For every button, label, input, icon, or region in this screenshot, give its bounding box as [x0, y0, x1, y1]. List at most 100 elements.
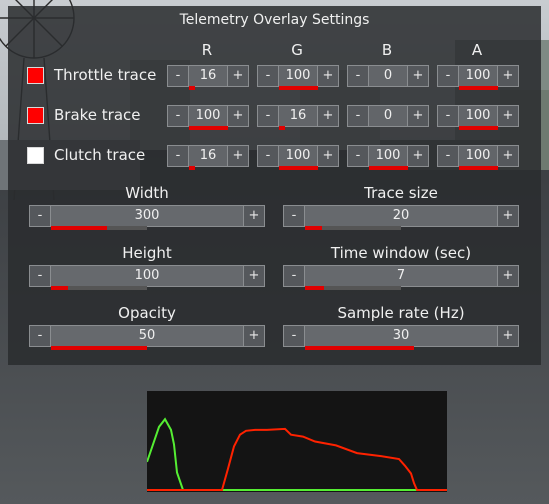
increment-button[interactable]: +	[317, 66, 338, 86]
panel-title: Telemetry Overlay Settings	[179, 12, 370, 28]
decrement-button[interactable]: -	[258, 146, 279, 166]
clutch-g-stepper[interactable]: -100 +	[257, 145, 339, 170]
decrement-button[interactable]: -	[438, 146, 459, 166]
slider-fill-bar	[51, 226, 107, 230]
column-header-r: R	[201, 41, 213, 59]
telemetry-settings-panel: Telemetry Overlay Settings R G B A Throt…	[8, 6, 541, 365]
decrement-button[interactable]: -	[284, 326, 305, 346]
slider-value[interactable]: 7	[305, 266, 497, 286]
stepper-value[interactable]: 100	[279, 66, 317, 86]
increment-button[interactable]: +	[497, 146, 518, 166]
value-level-bar	[459, 166, 498, 170]
opacity-label: Opacity	[118, 304, 176, 322]
throttle-r-stepper[interactable]: -16 +	[167, 65, 249, 90]
value-level-bar	[279, 86, 318, 90]
increment-button[interactable]: +	[317, 106, 338, 126]
decrement-button[interactable]: -	[30, 326, 51, 346]
increment-button[interactable]: +	[243, 266, 264, 286]
brake-color-swatch[interactable]	[27, 107, 44, 124]
throttle-color-swatch[interactable]	[27, 67, 44, 84]
trace-size-slider[interactable]: -20 +	[283, 205, 519, 230]
slider-value[interactable]: 30	[305, 326, 497, 346]
stepper-value[interactable]: 100	[189, 106, 227, 126]
slider-value[interactable]: 100	[51, 266, 243, 286]
increment-button[interactable]: +	[497, 326, 518, 346]
column-header-a: A	[471, 41, 483, 59]
stepper-value[interactable]: 100	[369, 146, 407, 166]
throttle-trace-label: Throttle trace	[54, 66, 157, 84]
opacity-slider[interactable]: -50 +	[29, 325, 265, 350]
decrement-button[interactable]: -	[30, 266, 51, 286]
stepper-value[interactable]: 100	[459, 66, 497, 86]
increment-button[interactable]: +	[497, 66, 518, 86]
increment-button[interactable]: +	[227, 106, 248, 126]
brake-trace-line	[147, 427, 447, 491]
increment-button[interactable]: +	[227, 146, 248, 166]
increment-button[interactable]: +	[243, 206, 264, 226]
decrement-button[interactable]: -	[168, 66, 189, 86]
time-window-label: Time window (sec)	[330, 244, 472, 262]
telemetry-graph	[147, 391, 447, 492]
clutch-b-stepper[interactable]: -100 +	[347, 145, 429, 170]
increment-button[interactable]: +	[497, 266, 518, 286]
decrement-button[interactable]: -	[30, 206, 51, 226]
clutch-a-stepper[interactable]: -100 +	[437, 145, 519, 170]
increment-button[interactable]: +	[227, 66, 248, 86]
slider-value[interactable]: 50	[51, 326, 243, 346]
increment-button[interactable]: +	[407, 66, 428, 86]
value-level-bar	[369, 166, 408, 170]
brake-g-stepper[interactable]: -16 +	[257, 105, 339, 130]
brake-a-stepper[interactable]: -100 +	[437, 105, 519, 130]
increment-button[interactable]: +	[407, 106, 428, 126]
stepper-value[interactable]: 16	[279, 106, 317, 126]
stepper-value[interactable]: 100	[459, 106, 497, 126]
trace-size-label: Trace size	[364, 184, 438, 202]
brake-b-stepper[interactable]: -0 +	[347, 105, 429, 127]
slider-fill-bar	[305, 286, 324, 290]
decrement-button[interactable]: -	[438, 66, 459, 86]
stepper-value[interactable]: 0	[369, 106, 407, 126]
slider-fill-bar	[305, 226, 322, 230]
stepper-value[interactable]: 100	[279, 146, 317, 166]
increment-button[interactable]: +	[243, 326, 264, 346]
decrement-button[interactable]: -	[168, 146, 189, 166]
stepper-value[interactable]: 16	[189, 66, 227, 86]
increment-button[interactable]: +	[497, 206, 518, 226]
stepper-value[interactable]: 100	[459, 146, 497, 166]
slider-remaining-bar	[324, 286, 401, 290]
slider-fill-bar	[305, 346, 414, 350]
decrement-button[interactable]: -	[284, 266, 305, 286]
sample-rate-slider[interactable]: -30 +	[283, 325, 519, 350]
stepper-value[interactable]: 16	[189, 146, 227, 166]
decrement-button[interactable]: -	[258, 66, 279, 86]
slider-fill-bar	[51, 346, 147, 350]
value-level-bar	[279, 166, 318, 170]
width-slider[interactable]: -300 +	[29, 205, 265, 230]
decrement-button[interactable]: -	[348, 66, 369, 86]
clutch-trace-label: Clutch trace	[54, 146, 146, 164]
decrement-button[interactable]: -	[348, 146, 369, 166]
throttle-a-stepper[interactable]: -100 +	[437, 65, 519, 90]
throttle-trace-line	[147, 417, 447, 491]
throttle-g-stepper[interactable]: -100 +	[257, 65, 339, 90]
decrement-button[interactable]: -	[258, 106, 279, 126]
decrement-button[interactable]: -	[438, 106, 459, 126]
height-label: Height	[122, 244, 172, 262]
height-slider[interactable]: -100 +	[29, 265, 265, 290]
decrement-button[interactable]: -	[348, 106, 369, 126]
time-window-slider[interactable]: -7 +	[283, 265, 519, 290]
value-level-bar	[459, 86, 498, 90]
increment-button[interactable]: +	[497, 106, 518, 126]
clutch-color-swatch[interactable]	[27, 147, 44, 164]
slider-value[interactable]: 20	[305, 206, 497, 226]
decrement-button[interactable]: -	[168, 106, 189, 126]
decrement-button[interactable]: -	[284, 206, 305, 226]
increment-button[interactable]: +	[317, 146, 338, 166]
clutch-r-stepper[interactable]: -16 +	[167, 145, 249, 170]
value-level-bar	[189, 126, 228, 130]
increment-button[interactable]: +	[407, 146, 428, 166]
slider-value[interactable]: 300	[51, 206, 243, 226]
throttle-b-stepper[interactable]: -0 +	[347, 65, 429, 87]
stepper-value[interactable]: 0	[369, 66, 407, 86]
brake-r-stepper[interactable]: -100 +	[167, 105, 249, 130]
